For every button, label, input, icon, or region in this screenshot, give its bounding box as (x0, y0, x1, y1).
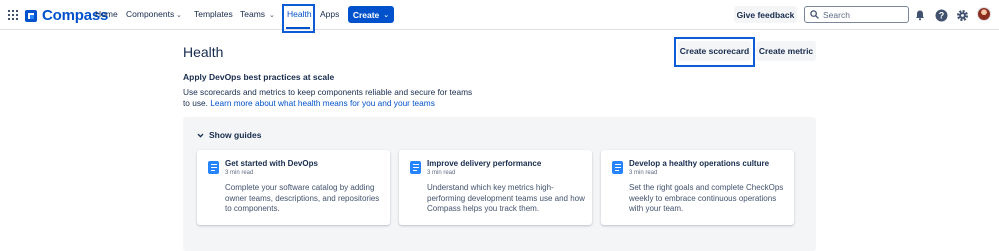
top-navigation: Compass Home Components ⌄ Templates Team… (0, 0, 999, 33)
create-scorecard-button[interactable]: Create scorecard (678, 41, 751, 61)
page-title: Health (183, 44, 224, 60)
intro-description: Use scorecards and metrics to keep compo… (183, 87, 473, 109)
compass-logo-icon (25, 9, 37, 22)
guide-card-title: Get started with DevOps (225, 159, 318, 168)
create-metric-button[interactable]: Create metric (756, 41, 816, 61)
nav-apps[interactable]: Apps (320, 9, 339, 19)
guide-card-description: Understand which key metrics high-perfor… (427, 183, 585, 213)
nav-health[interactable]: Health (287, 9, 312, 19)
svg-text:?: ? (938, 10, 944, 20)
nav-teams[interactable]: Teams (240, 9, 265, 19)
nav-home[interactable]: Home (95, 9, 118, 19)
learn-more-link[interactable]: Learn more about what health means for y… (210, 98, 435, 108)
show-guides-toggle[interactable]: Show guides (197, 130, 261, 140)
nav-templates[interactable]: Templates (194, 9, 233, 19)
guide-card-description: Set the right goals and complete CheckOp… (629, 183, 784, 213)
guide-card[interactable]: Get started with DevOps 3 min read Compl… (197, 150, 390, 225)
guide-card[interactable]: Develop a healthy operations culture 3 m… (601, 150, 794, 225)
avatar[interactable] (977, 7, 991, 21)
chevron-down-icon: ⌄ (383, 11, 390, 19)
document-icon (208, 161, 219, 174)
chevron-down-icon (197, 133, 204, 138)
guide-card-read-time: 3 min read (629, 170, 658, 176)
guide-card-read-time: 3 min read (225, 170, 254, 176)
guide-card-read-time: 3 min read (427, 170, 456, 176)
nav-components[interactable]: Components (126, 9, 174, 19)
guide-card-title: Develop a healthy operations culture (629, 159, 770, 168)
guide-card-description: Complete your software catalog by adding… (225, 183, 380, 213)
chevron-down-icon[interactable]: ⌄ (269, 11, 275, 19)
notifications-icon[interactable] (913, 8, 927, 22)
create-button[interactable]: Create ⌄ (348, 6, 394, 23)
search-input[interactable] (823, 9, 903, 20)
intro-heading: Apply DevOps best practices at scale (183, 72, 335, 82)
create-button-label: Create (352, 9, 380, 20)
give-feedback-button[interactable]: Give feedback (734, 6, 797, 23)
document-icon (612, 161, 623, 174)
show-guides-label: Show guides (209, 130, 262, 140)
search-icon (810, 10, 819, 19)
active-tab-indicator (286, 27, 310, 29)
guide-card-title: Improve delivery performance (427, 159, 542, 168)
guide-card[interactable]: Improve delivery performance 3 min read … (399, 150, 592, 225)
document-icon (410, 161, 421, 174)
chevron-down-icon[interactable]: ⌄ (176, 11, 182, 19)
settings-icon[interactable] (955, 8, 969, 22)
search-field[interactable] (804, 6, 909, 23)
help-icon[interactable]: ? (934, 8, 948, 22)
app-switcher-icon[interactable] (8, 10, 18, 20)
